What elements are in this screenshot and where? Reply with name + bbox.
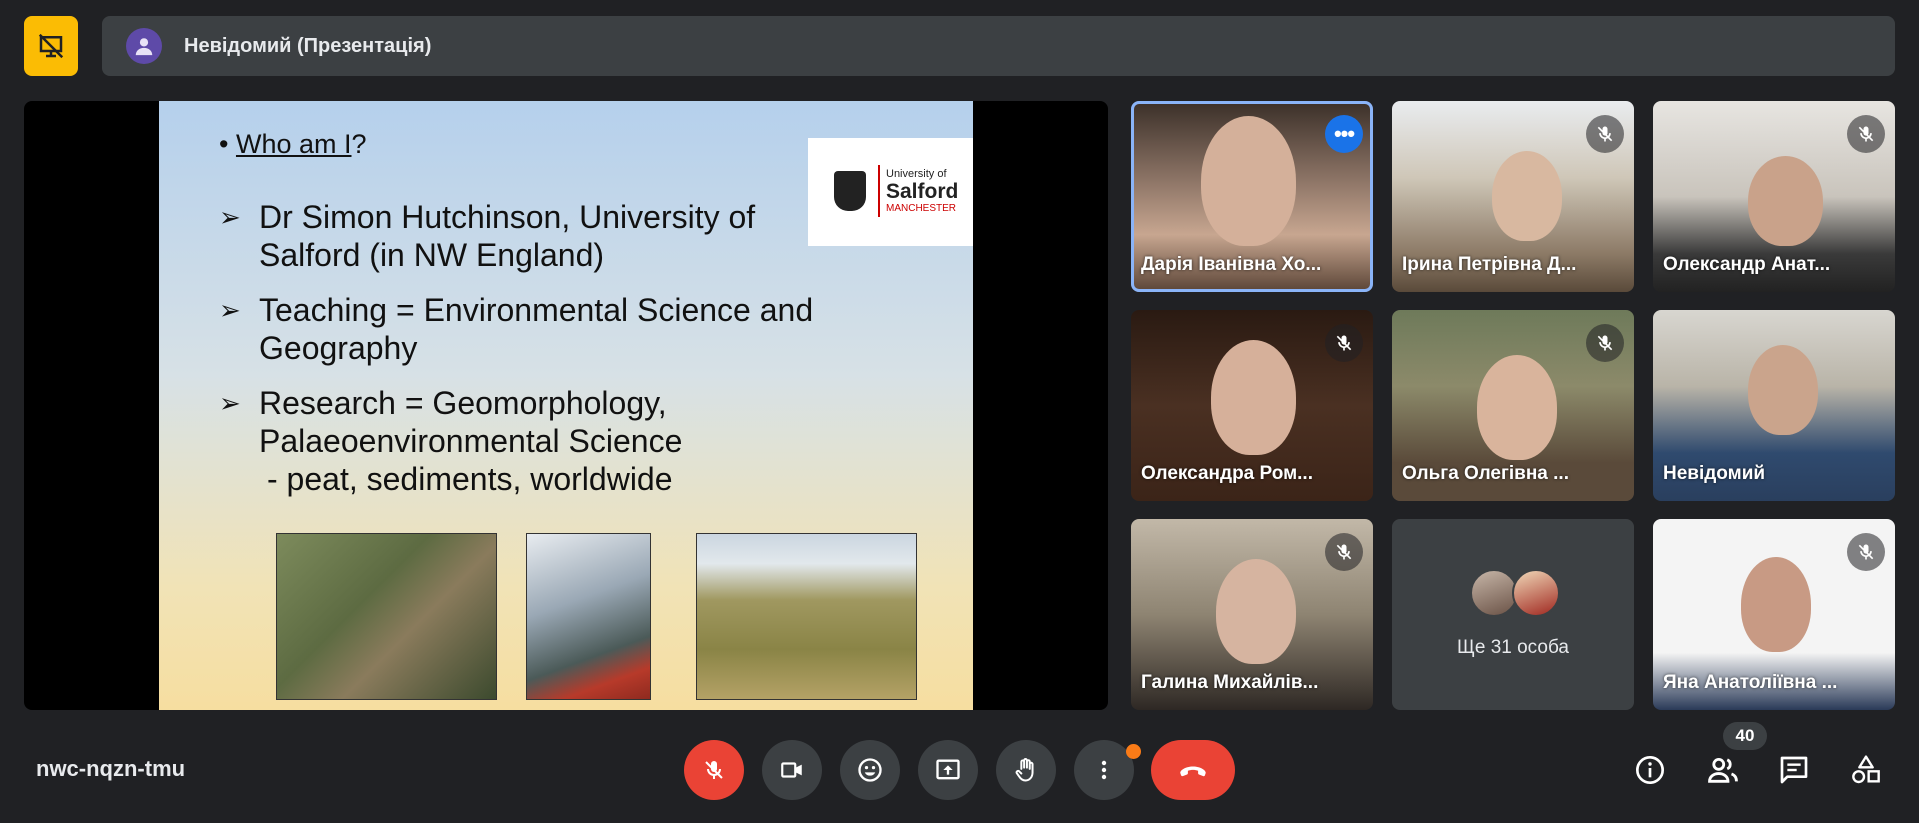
participant-tile[interactable]: Олександра Ром... xyxy=(1131,310,1373,501)
chat-icon xyxy=(1780,756,1808,784)
info-icon xyxy=(1636,756,1664,784)
activities-icon xyxy=(1852,755,1880,784)
slide-photo-portrait xyxy=(526,533,651,700)
mic-off-icon xyxy=(1586,115,1624,153)
camera-icon xyxy=(781,762,802,778)
presenter-title: Невідомий (Презентація) xyxy=(184,34,432,57)
participant-tile[interactable]: ••• Дарія Іванівна Хо... xyxy=(1131,101,1373,292)
mic-off-icon xyxy=(1586,324,1624,362)
slide-point: ➢ Dr Simon Hutchinson, University of Salf… xyxy=(219,199,756,273)
mic-off-icon xyxy=(1847,115,1885,153)
emoji-icon xyxy=(858,758,882,782)
slide-question-link: Who am I xyxy=(235,129,352,159)
slide-question: • Who am I? xyxy=(219,129,367,159)
participant-tile[interactable]: Невідомий xyxy=(1653,310,1895,501)
university-logo: University of Salford MANCHESTER xyxy=(808,138,973,246)
participant-name: Олександр Анат... xyxy=(1663,254,1831,275)
toggle-mic-button[interactable] xyxy=(684,740,744,800)
show-everyone-button[interactable] xyxy=(1703,750,1743,790)
participant-tile[interactable]: Галина Михайлів... xyxy=(1131,519,1373,710)
mic-off-icon xyxy=(705,761,723,779)
participant-name: Галина Михайлів... xyxy=(1141,672,1319,693)
mic-off-icon xyxy=(1325,533,1363,571)
more-options-icon[interactable]: ••• xyxy=(1325,115,1363,153)
more-vert-icon xyxy=(1101,760,1107,780)
slide-sub-point: - peat, sediments, worldwide xyxy=(267,461,673,497)
presentation-stage: • Who am I? ➢ Dr Simon Hutchinson, Univer… xyxy=(24,101,1108,710)
present-screen-icon xyxy=(936,759,960,780)
leave-call-button[interactable] xyxy=(1151,740,1235,800)
person-icon xyxy=(135,38,153,56)
slide-points: ➢ Dr Simon Hutchinson, University of Salf… xyxy=(219,198,819,515)
reactions-button[interactable] xyxy=(840,740,900,800)
participant-name: Ірина Петрівна Д... xyxy=(1402,254,1577,275)
participant-name: Яна Анатоліївна ... xyxy=(1663,672,1838,693)
call-end-icon xyxy=(1180,766,1206,777)
activities-button[interactable] xyxy=(1846,750,1886,790)
participant-tile[interactable]: Ольга Олегівна ... xyxy=(1392,310,1634,501)
more-options-button[interactable] xyxy=(1074,740,1134,800)
chat-button[interactable] xyxy=(1774,750,1814,790)
meeting-code: nwc-nqzn-tmu xyxy=(36,756,186,781)
meeting-details-button[interactable] xyxy=(1630,750,1670,790)
participant-name: Ольга Олегівна ... xyxy=(1402,463,1569,484)
presentation-off-icon xyxy=(38,33,64,59)
hand-icon xyxy=(1015,758,1034,782)
slide-photo-landscape xyxy=(696,533,917,700)
notification-dot xyxy=(1126,744,1141,759)
presentation-toggle-button[interactable] xyxy=(24,16,78,76)
participants-count-badge: 40 xyxy=(1723,722,1767,750)
mic-off-icon xyxy=(1847,533,1885,571)
crest-icon xyxy=(834,171,866,211)
participant-name: Невідомий xyxy=(1663,463,1766,484)
people-icon xyxy=(1708,757,1738,783)
participant-name: Олександра Ром... xyxy=(1141,463,1313,484)
others-count-label: Ще 31 особа xyxy=(1457,637,1569,658)
participant-tile[interactable]: Яна Анатоліївна ... xyxy=(1653,519,1895,710)
present-now-button[interactable] xyxy=(918,740,978,800)
participant-tile[interactable]: Ірина Петрівна Д... xyxy=(1392,101,1634,292)
raise-hand-button[interactable] xyxy=(996,740,1056,800)
others-avatar xyxy=(1512,569,1560,617)
mic-off-icon xyxy=(1325,324,1363,362)
toggle-camera-button[interactable] xyxy=(762,740,822,800)
participant-tile[interactable]: Олександр Анат... xyxy=(1653,101,1895,292)
others-tile[interactable]: Ще 31 особа xyxy=(1392,519,1634,710)
presenter-bar: Невідомий (Презентація) xyxy=(102,16,1895,76)
participant-name: Дарія Іванівна Хо... xyxy=(1141,254,1322,275)
slide: • Who am I? ➢ Dr Simon Hutchinson, Univer… xyxy=(159,101,973,710)
slide-point: ➢ Teaching = Environmental Science and Ge… xyxy=(219,292,814,366)
others-avatar xyxy=(1470,569,1518,617)
slide-point: ➢ Research = Geomorphology, Palaeoenviron… xyxy=(219,385,683,459)
slide-photo-sediment-core xyxy=(276,533,497,700)
presenter-avatar xyxy=(126,28,162,64)
